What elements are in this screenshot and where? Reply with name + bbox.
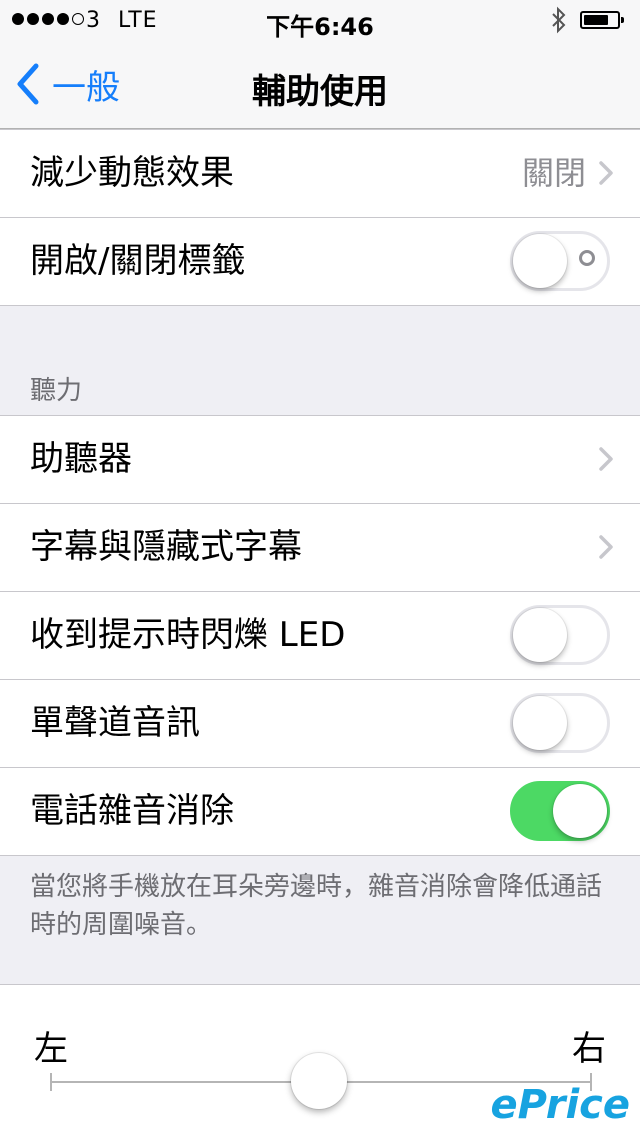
balance-slider-thumb[interactable] (291, 1053, 347, 1109)
hearing-section-header: 聽力 (30, 376, 83, 406)
hearing-settings-group: 助聽器 字幕與隱藏式字幕 收到提示時閃爍 LED 單聲道音訊 電話雜音消除 (0, 415, 640, 856)
page-title: 輔助使用 (252, 72, 388, 112)
switch-off-label-icon (579, 250, 595, 266)
on-off-labels-switch[interactable] (510, 231, 610, 291)
subtitles-captioning-row[interactable]: 字幕與隱藏式字幕 (0, 504, 640, 592)
switch-knob (513, 234, 567, 288)
switch-knob (513, 608, 567, 662)
noise-cancellation-label: 電話雜音消除 (30, 791, 234, 831)
chevron-right-icon (599, 447, 613, 471)
navigation-bar: 一般 輔助使用 (0, 40, 640, 129)
bluetooth-icon (552, 6, 566, 34)
noise-cancellation-switch[interactable] (510, 781, 610, 841)
chevron-right-icon (599, 161, 613, 185)
status-time: 下午6:46 (266, 13, 374, 41)
motion-settings-group: 減少動態效果 關閉 開啟/關閉標籤 (0, 129, 640, 306)
hearing-aids-label: 助聽器 (30, 439, 132, 479)
reduce-motion-label: 減少動態效果 (30, 153, 234, 193)
balance-left-label: 左 (34, 1029, 68, 1069)
switch-knob (513, 696, 567, 750)
mono-audio-switch[interactable] (510, 693, 610, 753)
led-flash-switch[interactable] (510, 605, 610, 665)
mono-audio-label: 單聲道音訊 (30, 703, 200, 743)
battery-level (584, 15, 608, 25)
on-off-labels-label: 開啟/關閉標籤 (30, 241, 246, 281)
subtitles-captioning-label: 字幕與隱藏式字幕 (30, 527, 302, 567)
mono-audio-row: 單聲道音訊 (0, 680, 640, 768)
reduce-motion-value: 關閉 (521, 154, 586, 192)
switch-knob (553, 784, 607, 838)
slider-tick-left (50, 1073, 52, 1091)
watermark-logo: ePrice (490, 1082, 631, 1128)
led-flash-row: 收到提示時閃爍 LED (0, 592, 640, 680)
led-flash-label: 收到提示時閃爍 LED (30, 615, 346, 655)
noise-cancellation-description: 當您將手機放在耳朵旁邊時，雜音消除會降低通話時的周圍噪音。 (30, 872, 603, 940)
hearing-aids-row[interactable]: 助聽器 (0, 416, 640, 504)
chevron-right-icon (599, 535, 613, 559)
on-off-labels-row: 開啟/關閉標籤 (0, 218, 640, 305)
reduce-motion-row[interactable]: 減少動態效果 關閉 (0, 130, 640, 218)
noise-cancellation-row: 電話雜音消除 (0, 768, 640, 855)
battery-icon (580, 11, 624, 29)
balance-right-label: 右 (572, 1029, 606, 1069)
status-bar: 3 LTE 下午6:46 (0, 0, 640, 41)
